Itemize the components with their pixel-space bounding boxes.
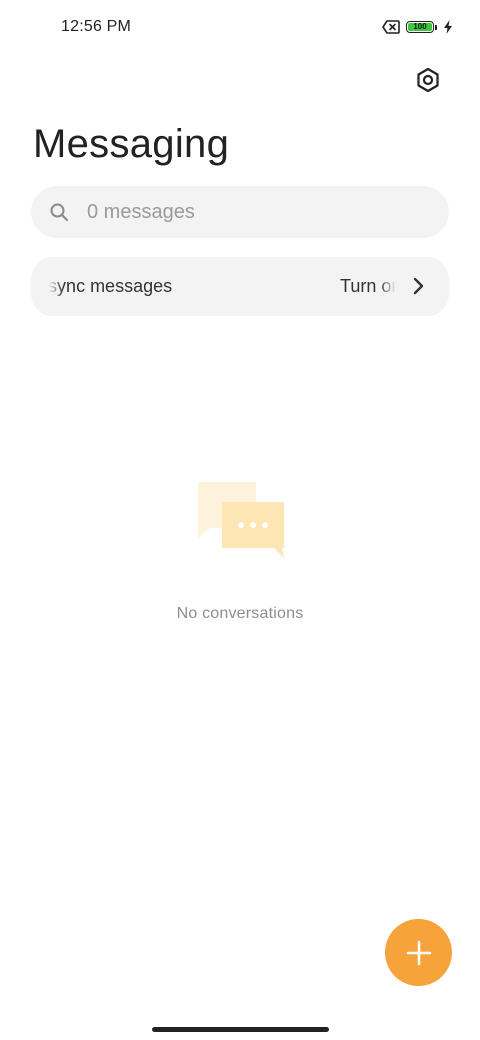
plus-icon: [406, 940, 431, 965]
sync-banner-text-container: Use cloud to sync messages: [49, 276, 349, 297]
search-bar[interactable]: [31, 186, 449, 238]
home-indicator[interactable]: [152, 1027, 329, 1032]
empty-state-text: No conversations: [176, 605, 304, 622]
chat-bubbles-icon: [198, 482, 284, 558]
messaging-screen: 12:56 PM 100 Messaging Use c: [0, 0, 480, 1040]
settings-button[interactable]: [414, 66, 442, 94]
new-message-button[interactable]: [385, 919, 452, 986]
page-title: Messaging: [33, 122, 230, 166]
battery-icon: 100: [406, 21, 434, 33]
cloud-sync-banner[interactable]: Use cloud to sync messages Turn on: [31, 257, 449, 316]
chevron-right-icon: [413, 277, 424, 295]
sync-banner-text: Use cloud to sync messages: [49, 276, 173, 296]
search-input[interactable]: [85, 199, 409, 225]
battery-nub: [435, 24, 437, 30]
battery-level: 100: [413, 22, 427, 31]
no-sim-icon: [382, 20, 400, 34]
charging-bolt-icon: [444, 20, 452, 34]
turn-on-button[interactable]: Turn on: [340, 276, 396, 297]
status-icons: 100: [382, 19, 453, 35]
settings-hexagon-icon: [417, 67, 439, 93]
search-icon: [50, 203, 69, 222]
status-time: 12:56 PM: [61, 18, 132, 35]
